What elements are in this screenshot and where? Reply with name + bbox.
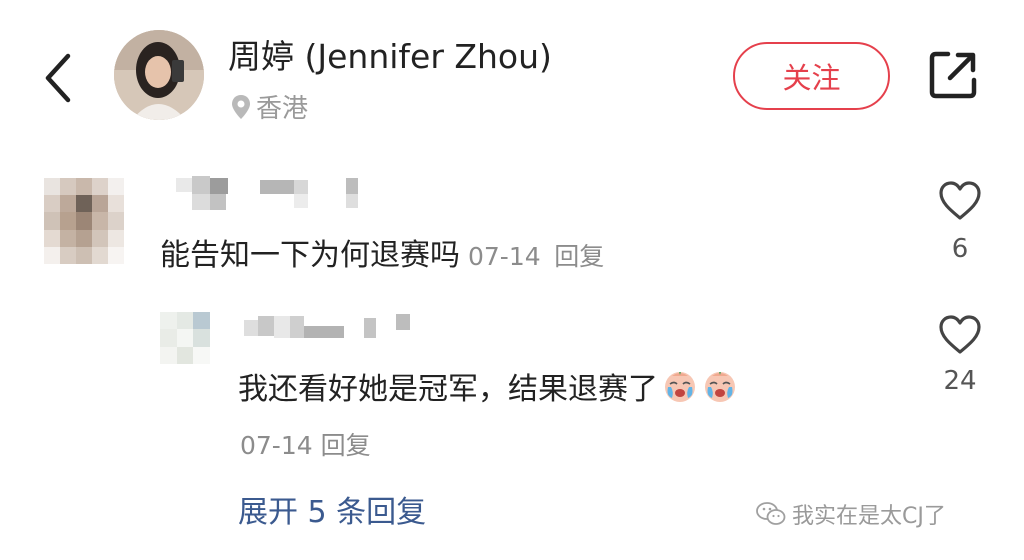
- commenter-avatar[interactable]: [44, 178, 124, 264]
- location-label: 香港: [256, 94, 309, 124]
- avatar-photo: [114, 30, 204, 120]
- author-name: 周婷 (Jennifer Zhou): [228, 37, 552, 76]
- reply-meta: 07-14 回复: [240, 426, 371, 462]
- reply-reply-button[interactable]: 回复: [321, 431, 371, 460]
- follow-button[interactable]: 关注: [733, 42, 890, 110]
- expand-replies-link[interactable]: 展开 5 条回复: [238, 487, 426, 531]
- location-pin-icon: [232, 94, 250, 119]
- replier-avatar[interactable]: [160, 312, 210, 364]
- wechat-icon: [756, 502, 786, 525]
- comment-text: 能告知一下为何退赛吗 07-14 回复: [160, 230, 604, 274]
- heart-icon[interactable]: [937, 178, 983, 224]
- reply-text: 我还看好她是冠军，结果退赛了: [238, 364, 738, 408]
- author-avatar[interactable]: [114, 30, 204, 120]
- reply-date: 07-14: [240, 431, 313, 460]
- comment-date: 07-14: [468, 242, 541, 271]
- like-count: 24: [943, 366, 977, 396]
- heart-icon[interactable]: [937, 312, 983, 358]
- comment-reply-button[interactable]: 回复: [554, 242, 604, 271]
- reply-body: 我还看好她是冠军，结果退赛了: [238, 372, 658, 407]
- replier-name-pixelated: [244, 314, 410, 338]
- back-arrow-icon[interactable]: [38, 48, 78, 108]
- share-icon[interactable]: [926, 48, 980, 102]
- watermark-text: 我实在是太CJ了: [792, 504, 946, 529]
- location: 香港: [230, 88, 308, 125]
- like-count: 6: [951, 234, 969, 264]
- comment-body: 能告知一下为何退赛吗: [160, 238, 460, 273]
- crying-face-icon: [705, 372, 735, 402]
- crying-face-icon: [665, 372, 695, 402]
- commenter-name-pixelated: [176, 176, 358, 210]
- watermark: 我实在是太CJ了: [756, 498, 946, 530]
